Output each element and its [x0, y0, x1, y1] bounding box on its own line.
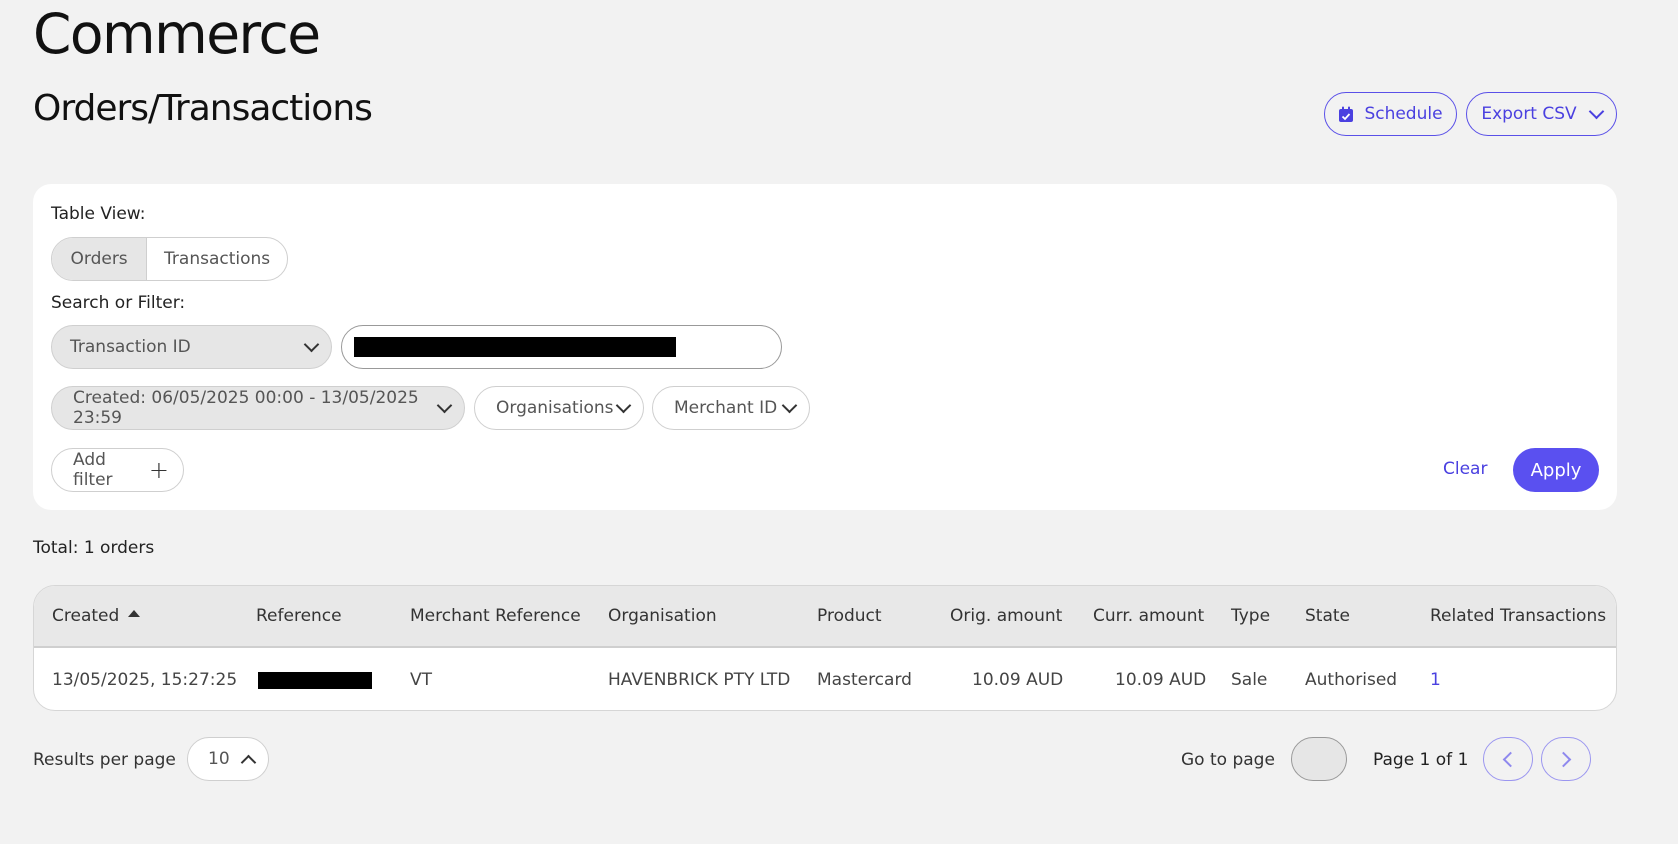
cell-type: Sale: [1231, 670, 1268, 690]
related-transactions-link[interactable]: 1: [1430, 670, 1441, 690]
previous-page-button[interactable]: [1483, 737, 1533, 781]
cell-organisation: HAVENBRICK PTY LTD: [608, 670, 791, 690]
search-filter-label: Search or Filter:: [51, 293, 186, 313]
search-field-select[interactable]: Transaction ID: [51, 325, 332, 369]
app-title: Commerce: [33, 2, 321, 66]
cell-product: Mastercard: [817, 670, 912, 690]
go-to-page-label: Go to page: [1181, 750, 1275, 770]
page-indicator: Page 1 of 1: [1373, 750, 1469, 770]
apply-button[interactable]: Apply: [1513, 448, 1599, 492]
column-merchant-reference: Merchant Reference: [410, 606, 581, 626]
calendar-icon: [1339, 106, 1354, 122]
chevron-left-icon: [1502, 751, 1519, 767]
orders-table: Created Reference Merchant Reference Org…: [33, 585, 1617, 711]
plus-icon: +: [148, 456, 169, 484]
table-view-toggle: Orders Transactions: [51, 237, 288, 281]
column-created[interactable]: Created: [52, 606, 119, 626]
column-curr-amount: Curr. amount: [1093, 606, 1205, 626]
chevron-down-icon: [436, 397, 453, 413]
tab-transactions[interactable]: Transactions: [147, 238, 287, 280]
cell-state: Authorised: [1305, 670, 1398, 690]
organisations-label: Organisations: [496, 398, 614, 418]
sort-ascending-icon[interactable]: [128, 610, 140, 617]
chevron-right-icon: [1555, 751, 1572, 767]
chevron-down-icon: [781, 397, 798, 413]
column-product: Product: [817, 606, 882, 626]
clear-button[interactable]: Clear: [1443, 459, 1487, 479]
export-csv-label: Export CSV: [1481, 104, 1577, 124]
merchant-id-label: Merchant ID: [674, 398, 778, 418]
redacted-reference: [258, 672, 372, 689]
cell-merchant-reference: VT: [410, 670, 433, 690]
column-state: State: [1305, 606, 1350, 626]
chevron-down-icon: [303, 336, 320, 352]
organisations-filter[interactable]: Organisations: [474, 386, 644, 430]
created-date-filter[interactable]: Created: 06/05/2025 00:00 - 13/05/2025 2…: [51, 386, 465, 430]
column-organisation: Organisation: [608, 606, 717, 626]
total-count: Total: 1 orders: [33, 538, 155, 558]
column-reference: Reference: [256, 606, 342, 626]
add-filter-label: Add filter: [73, 450, 113, 490]
merchant-id-filter[interactable]: Merchant ID: [652, 386, 810, 430]
schedule-label: Schedule: [1364, 104, 1443, 124]
page-title: Orders/Transactions: [33, 88, 373, 129]
add-filter-button[interactable]: Add filter +: [51, 448, 184, 492]
cell-curr-amount: 10.09 AUD: [1115, 670, 1207, 690]
cell-orig-amount: 10.09 AUD: [972, 670, 1064, 690]
chevron-up-icon: [240, 754, 257, 770]
results-per-page-label: Results per page: [33, 750, 176, 770]
search-field-value: Transaction ID: [70, 337, 191, 357]
export-csv-button[interactable]: Export CSV: [1466, 92, 1617, 136]
search-input[interactable]: [341, 325, 782, 369]
results-per-page-value: 10: [208, 749, 230, 769]
chevron-down-icon: [615, 397, 632, 413]
cell-created: 13/05/2025, 15:27:25: [52, 670, 238, 690]
go-to-page-input[interactable]: [1291, 737, 1347, 781]
column-related-transactions: Related Transactions: [1430, 606, 1607, 626]
chevron-down-icon: [1588, 103, 1604, 119]
table-view-label: Table View:: [51, 204, 146, 224]
created-date-value: Created: 06/05/2025 00:00 - 13/05/2025 2…: [73, 388, 419, 428]
next-page-button[interactable]: [1541, 737, 1591, 781]
results-per-page-select[interactable]: 10: [187, 737, 269, 781]
filter-panel: Table View: Orders Transactions Search o…: [33, 184, 1617, 510]
column-orig-amount: Orig. amount: [950, 606, 1063, 626]
column-type: Type: [1231, 606, 1271, 626]
schedule-button[interactable]: Schedule: [1324, 92, 1457, 136]
table-header: Created Reference Merchant Reference Org…: [34, 586, 1616, 648]
tab-orders[interactable]: Orders: [52, 238, 148, 280]
redacted-value: [354, 337, 676, 357]
